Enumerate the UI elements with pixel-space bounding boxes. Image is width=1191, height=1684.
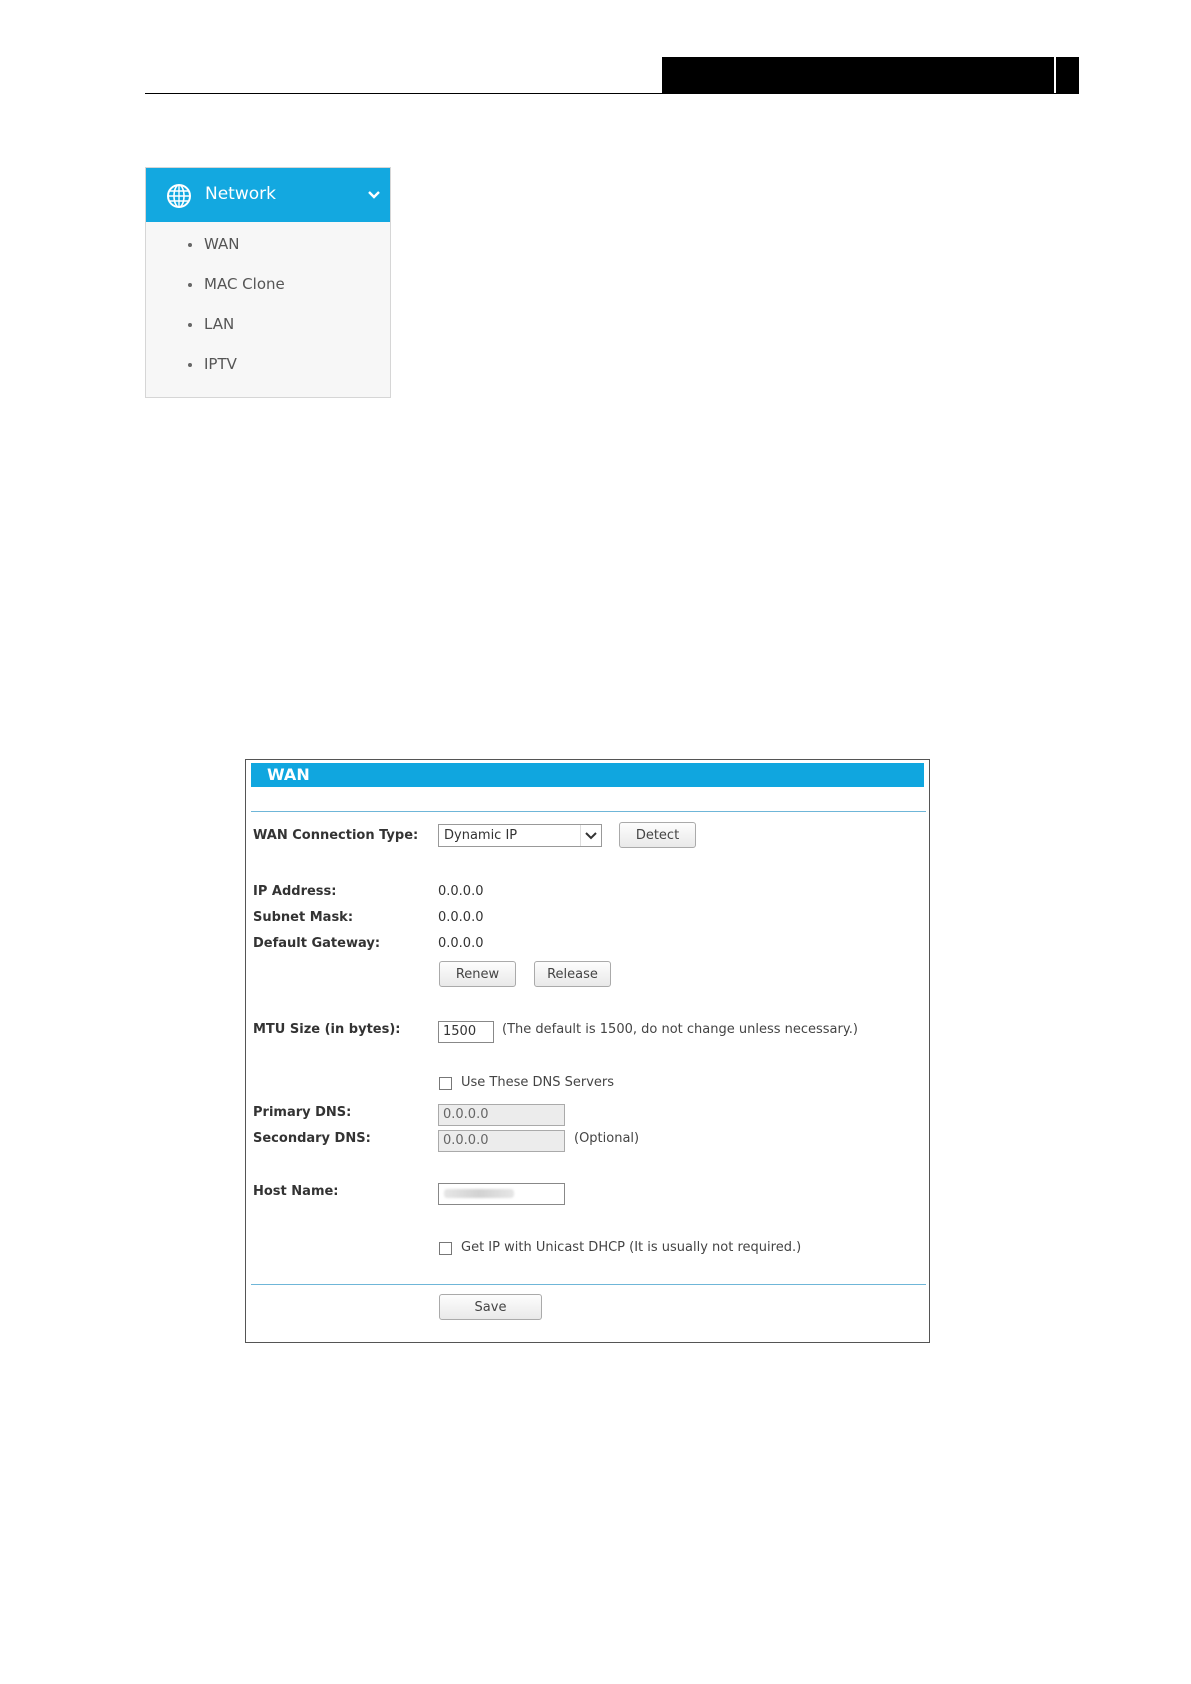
- menu-item-mac-clone[interactable]: MAC Clone: [146, 270, 390, 310]
- header-black-bar: [662, 57, 1054, 94]
- header-black-tab: [1056, 57, 1079, 94]
- menu-item-iptv[interactable]: IPTV: [146, 350, 390, 390]
- mtu-note: (The default is 1500, do not change unle…: [502, 1022, 858, 1037]
- header-rule: [145, 93, 1079, 94]
- bullet-icon: [188, 283, 192, 287]
- use-dns-label: Use These DNS Servers: [461, 1075, 615, 1090]
- release-button[interactable]: Release: [534, 961, 611, 987]
- top-divider: [251, 811, 926, 812]
- unicast-dhcp-label: Get IP with Unicast DHCP (It is usually …: [461, 1240, 802, 1255]
- mtu-label: MTU Size (in bytes):: [253, 1022, 401, 1037]
- secondary-dns-label: Secondary DNS:: [253, 1131, 371, 1146]
- globe-icon: [167, 184, 191, 208]
- chevron-down-icon[interactable]: [366, 188, 382, 202]
- primary-dns-label: Primary DNS:: [253, 1105, 352, 1120]
- bullet-icon: [188, 363, 192, 367]
- host-name-input[interactable]: [438, 1183, 565, 1205]
- default-gateway-value: 0.0.0.0: [438, 936, 484, 951]
- menu-item-label: MAC Clone: [204, 275, 285, 293]
- ip-address-label: IP Address:: [253, 884, 337, 899]
- menu-item-label: LAN: [204, 315, 235, 333]
- menu-item-wan[interactable]: WAN: [146, 230, 390, 270]
- detect-button[interactable]: Detect: [619, 822, 696, 848]
- save-button[interactable]: Save: [439, 1294, 542, 1320]
- renew-button[interactable]: Renew: [439, 961, 516, 987]
- use-dns-checkbox[interactable]: [439, 1077, 452, 1090]
- bullet-icon: [188, 323, 192, 327]
- secondary-dns-input[interactable]: 0.0.0.0: [438, 1130, 565, 1152]
- primary-dns-input[interactable]: 0.0.0.0: [438, 1104, 565, 1126]
- network-menu-title: Network: [205, 184, 276, 204]
- subnet-mask-label: Subnet Mask:: [253, 910, 354, 925]
- network-menu-header[interactable]: Network: [146, 168, 390, 222]
- optional-note: (Optional): [574, 1131, 640, 1146]
- wan-panel-title: WAN: [251, 763, 924, 787]
- connection-type-value: Dynamic IP: [444, 828, 518, 843]
- bottom-divider: [251, 1284, 926, 1285]
- menu-item-label: IPTV: [204, 355, 237, 373]
- bullet-icon: [188, 243, 192, 247]
- unicast-dhcp-checkbox[interactable]: [439, 1242, 452, 1255]
- default-gateway-label: Default Gateway:: [253, 936, 381, 951]
- connection-type-select[interactable]: Dynamic IP: [438, 824, 602, 847]
- network-menu: Network WAN MAC Clone LAN IPTV: [145, 167, 391, 398]
- menu-item-lan[interactable]: LAN: [146, 310, 390, 350]
- ip-address-value: 0.0.0.0: [438, 884, 484, 899]
- subnet-mask-value: 0.0.0.0: [438, 910, 484, 925]
- chevron-down-icon: [580, 825, 597, 846]
- connection-type-label: WAN Connection Type:: [253, 828, 419, 843]
- mtu-input[interactable]: 1500: [438, 1021, 494, 1043]
- host-name-label: Host Name:: [253, 1184, 339, 1199]
- wan-panel: WAN WAN Connection Type: Dynamic IP Dete…: [245, 759, 930, 1343]
- menu-item-label: WAN: [204, 235, 240, 253]
- network-menu-list: WAN MAC Clone LAN IPTV: [146, 222, 390, 390]
- redacted-host-name: [444, 1189, 514, 1198]
